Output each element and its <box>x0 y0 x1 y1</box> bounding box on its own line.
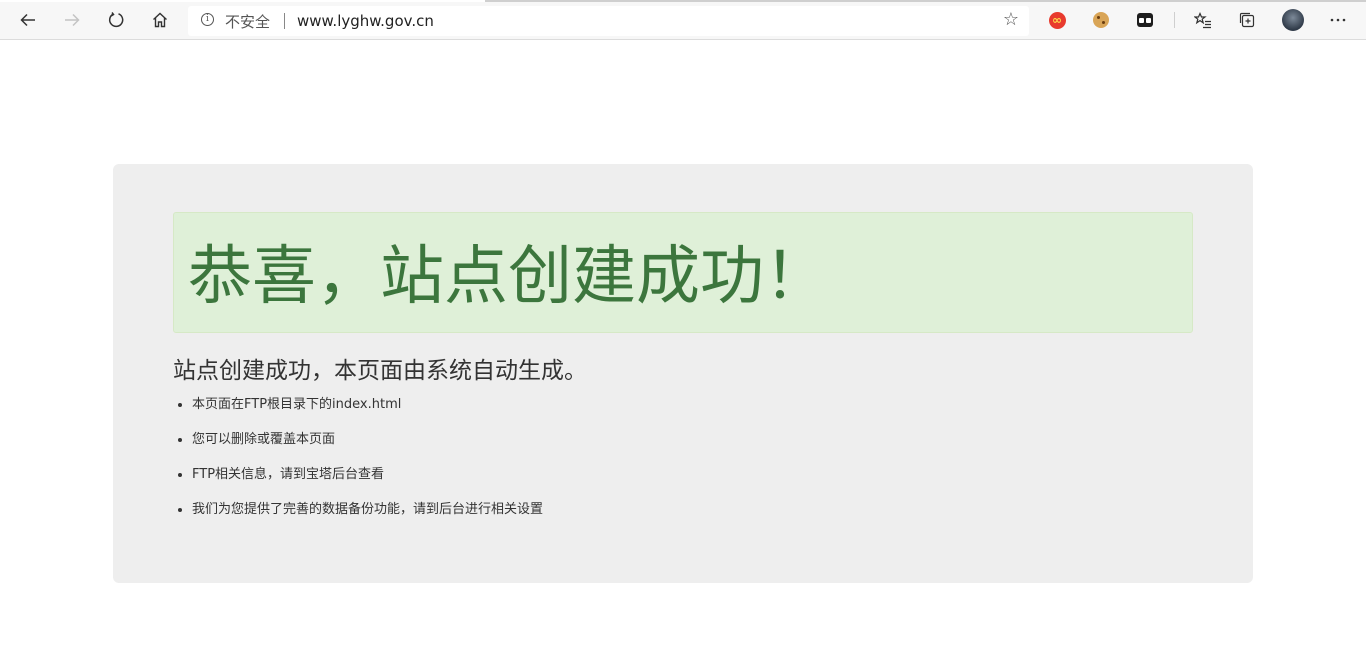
infinity-extension-icon: ∞ <box>1048 11 1066 29</box>
browser-toolbar: i 不安全 www.lyghw.gov.cn ☆ ∞ <box>0 0 1366 40</box>
favorites-button[interactable] <box>1190 7 1216 33</box>
list-item: 您可以删除或覆盖本页面 <box>192 431 543 466</box>
more-icon <box>1330 18 1346 22</box>
extension-infinity-button[interactable]: ∞ <box>1046 9 1068 31</box>
refresh-icon <box>108 12 124 28</box>
back-button[interactable] <box>12 6 44 34</box>
avatar <box>1282 9 1304 31</box>
list-item: FTP相关信息，请到宝塔后台查看 <box>192 466 543 501</box>
forward-button[interactable] <box>56 6 88 34</box>
home-icon <box>153 12 167 28</box>
extension-cookie-button[interactable] <box>1090 9 1112 31</box>
cookie-extension-icon <box>1093 12 1109 28</box>
page-subtitle: 站点创建成功，本页面由系统自动生成。 <box>173 358 587 384</box>
info-icon[interactable]: i <box>201 13 214 26</box>
dark-reader-extension-icon <box>1137 13 1153 27</box>
info-list: 本页面在FTP根目录下的index.html 您可以删除或覆盖本页面 FTP相关… <box>173 396 543 536</box>
settings-menu-button[interactable] <box>1325 7 1351 33</box>
profile-button[interactable] <box>1280 7 1306 33</box>
tab-strip-edge <box>485 0 1366 2</box>
extension-dark-button[interactable] <box>1134 9 1156 31</box>
star-icon[interactable]: ☆ <box>1003 9 1019 30</box>
list-item: 本页面在FTP根目录下的index.html <box>192 396 543 431</box>
address-bar[interactable]: i 不安全 www.lyghw.gov.cn ☆ <box>188 6 1029 36</box>
security-label[interactable]: 不安全 <box>225 11 270 32</box>
home-button[interactable] <box>144 6 176 34</box>
list-item: 我们为您提供了完善的数据备份功能，请到后台进行相关设置 <box>192 501 543 536</box>
collections-icon <box>1239 12 1255 28</box>
collections-button[interactable] <box>1234 7 1260 33</box>
refresh-button[interactable] <box>100 6 132 34</box>
url-text[interactable]: www.lyghw.gov.cn <box>297 12 434 30</box>
arrow-left-icon <box>20 13 35 27</box>
page-title: 恭喜，站点创建成功！ <box>188 240 828 314</box>
address-divider <box>284 13 285 29</box>
arrow-right-icon <box>65 13 80 27</box>
content-panel: 恭喜，站点创建成功！ 站点创建成功，本页面由系统自动生成。 本页面在FTP根目录… <box>113 164 1253 583</box>
active-tab-indicator <box>0 0 485 2</box>
success-alert: 恭喜，站点创建成功！ <box>173 212 1193 333</box>
toolbar-divider <box>1174 12 1175 28</box>
favorites-icon <box>1194 11 1211 29</box>
